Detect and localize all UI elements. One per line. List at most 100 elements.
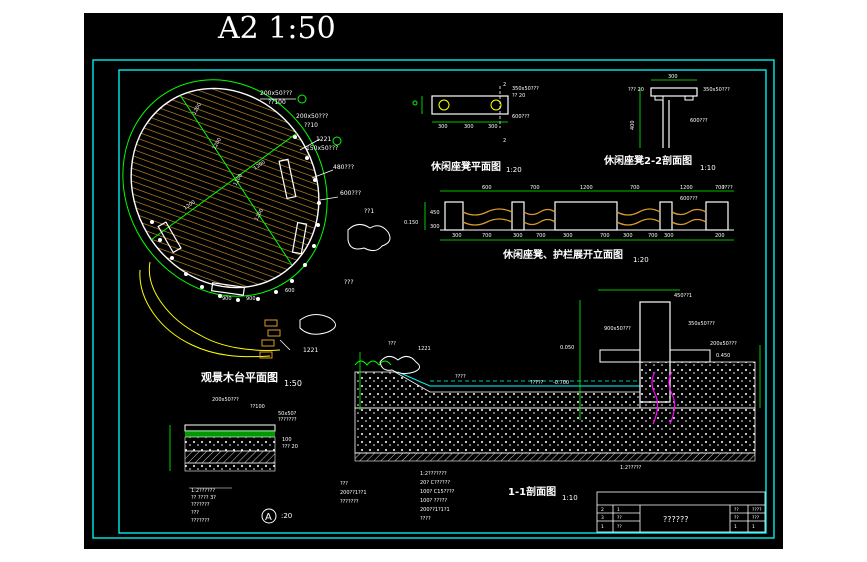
note: 600??? — [690, 118, 708, 124]
rock — [299, 314, 336, 335]
dim: 300 — [430, 224, 440, 230]
note: 1221 — [418, 346, 431, 352]
layer-note: ?? ???? 3? — [191, 495, 216, 501]
tb-cell: ?? — [617, 524, 622, 530]
dim: 450 — [430, 210, 440, 216]
plan-note: ??100 — [268, 99, 286, 106]
tb-cell: ?? — [617, 515, 622, 521]
stepping-stones — [259, 319, 281, 359]
plan-note: ??? — [344, 279, 354, 286]
bench-section-scale: 1:10 — [700, 164, 716, 172]
note: 350x50??? — [512, 86, 539, 92]
note: ????? — [530, 380, 544, 386]
plan-note: 600??? — [340, 190, 361, 197]
title-block-name: ?????? — [663, 515, 688, 524]
section-label: 1-1剖面图 — [508, 485, 556, 498]
svg-text:700: 700 — [530, 185, 540, 191]
svg-text:300: 300 — [563, 233, 573, 239]
tb-cell: 3 — [601, 515, 604, 521]
tb-cell: ???? — [752, 507, 762, 513]
bench-plan-scale: 1:20 — [506, 166, 522, 174]
legend-item: ??????? — [340, 499, 359, 505]
detail-a — [169, 424, 276, 472]
plan-note: 200x50??? — [260, 90, 292, 97]
svg-text:300: 300 — [513, 233, 523, 239]
note: ??? 20 — [628, 87, 644, 93]
level-mark: 0.450 — [716, 353, 730, 359]
note: 600??? — [680, 196, 698, 202]
section-1-1 — [354, 289, 761, 462]
detail-a-scale: :20 — [281, 512, 292, 520]
note: ??????? — [278, 417, 297, 423]
sheet-title: A2 1:50 — [217, 11, 336, 46]
detail-a-label: A — [265, 512, 272, 523]
note: ??? — [388, 341, 396, 347]
layer-note: 200??1?1?1 — [420, 507, 450, 513]
tb-cell: ?? — [734, 515, 739, 521]
tb-cell: 1 — [601, 524, 604, 530]
layer-note: 1:2??????? — [420, 471, 447, 477]
plan-scale: 1:50 — [284, 379, 302, 388]
plan-note: 480??? — [333, 164, 354, 171]
note: 200x50??? — [710, 341, 737, 347]
tb-cell: 1 — [734, 524, 737, 530]
note: 1:2????? — [620, 465, 642, 471]
elevation-label: 休闲座凳、护栏展开立面图 — [502, 248, 623, 261]
tb-cell: ??? — [752, 515, 760, 521]
elevation-dims-top: 600 700 1200 700 1200 700 — [482, 185, 725, 191]
svg-text:900: 900 — [246, 296, 256, 302]
svg-text:900: 900 — [222, 296, 232, 302]
note: ??? 20 — [282, 444, 298, 450]
plan-note: 200x50??? — [296, 113, 328, 120]
note: 350x50??? — [688, 321, 715, 327]
level-mark: 0.150 — [404, 220, 418, 226]
plan-label: 观景木台平面图 — [201, 370, 278, 384]
layer-note: ??????? — [191, 502, 210, 508]
svg-text:200: 200 — [715, 233, 725, 239]
dim: 300 — [488, 124, 498, 130]
svg-text:1200: 1200 — [680, 185, 693, 191]
tb-cell: 1 — [617, 507, 620, 513]
plan-note: 1221 — [316, 136, 331, 143]
svg-text:300: 300 — [452, 233, 462, 239]
note: 900x50??? — [604, 326, 631, 332]
cut-mark: 2 — [503, 82, 506, 88]
level-mark: -0.700 — [553, 380, 569, 386]
note: 200x50??? — [212, 397, 239, 403]
deck-outline — [130, 87, 320, 289]
layer-note: 100? C15???? — [420, 489, 455, 495]
note: ?? 20 — [512, 93, 525, 99]
layer-note: ??????? — [191, 518, 210, 524]
elevation-scale: 1:20 — [633, 256, 649, 264]
dim: 300 — [438, 124, 448, 130]
layer-note: ??? — [191, 510, 199, 516]
rock — [347, 224, 391, 252]
svg-text:700: 700 — [536, 233, 546, 239]
level-mark: 0.050 — [560, 345, 574, 351]
dim: 400 — [630, 120, 636, 130]
bench-plan — [412, 86, 509, 128]
tb-cell: 2 — [601, 507, 604, 513]
cad-drawing: A 2 1:50 200x50??? ??100 200x50??? ??10 1… — [92, 11, 775, 539]
tb-cell: 1 — [752, 524, 755, 530]
dim: 300 — [464, 124, 474, 130]
svg-text:700: 700 — [630, 185, 640, 191]
svg-text:700: 700 — [648, 233, 658, 239]
svg-text:600: 600 — [482, 185, 492, 191]
bench-plan-label: 休闲座凳平面图 — [430, 160, 501, 173]
tb-cell: ?? — [734, 507, 739, 513]
svg-text:700: 700 — [600, 233, 610, 239]
bench-section-label: 休闲座凳2-2剖面图 — [603, 154, 692, 167]
svg-text:300: 300 — [623, 233, 633, 239]
note: ???? — [722, 185, 733, 191]
note: 600??? — [512, 114, 530, 120]
layer-note: 100? ????? — [420, 498, 447, 504]
note: ??100 — [250, 404, 265, 410]
svg-text:700: 700 — [482, 233, 492, 239]
note: 350x50??? — [703, 87, 730, 93]
layer-note: 20? C?????? — [420, 480, 450, 486]
plan-note: 1221 — [303, 347, 318, 354]
section-mark — [332, 136, 342, 146]
plan-note: ??1 — [364, 208, 374, 215]
plan-note: ??10 — [304, 122, 318, 129]
